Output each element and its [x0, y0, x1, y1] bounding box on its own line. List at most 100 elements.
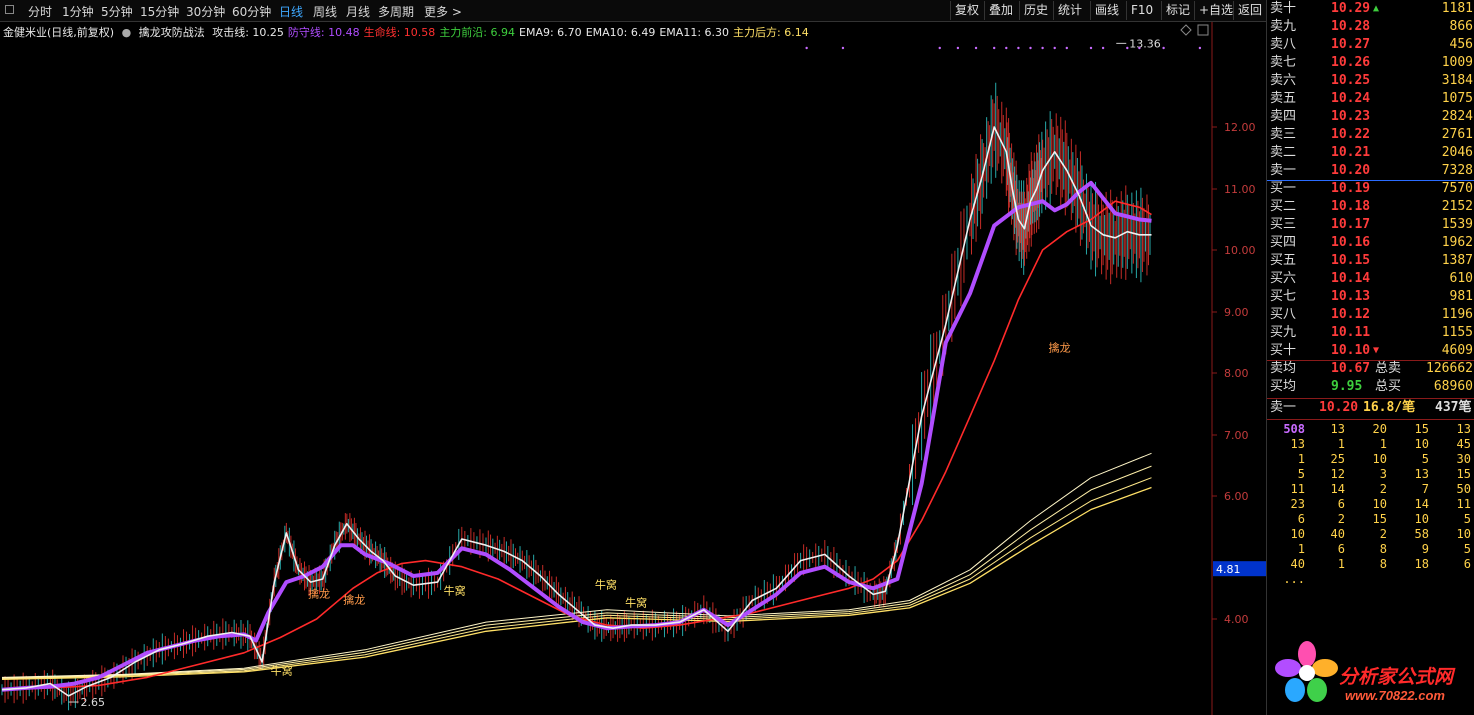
ask-3-row[interactable]: 卖七 10.26 1009	[1267, 54, 1474, 72]
toolbar-button-7[interactable]: +自选	[1194, 1, 1237, 20]
bid-2-label: 买三	[1270, 217, 1297, 232]
period-tab-9[interactable]: 多周期	[378, 3, 414, 20]
bid-4-label: 买五	[1270, 253, 1297, 268]
y-tick-label-7: 4.00	[1224, 613, 1249, 626]
tick-cell-8-0: 1	[1297, 542, 1305, 556]
bid-6-label: 买七	[1270, 289, 1297, 304]
tick-cell-8-2: 8	[1379, 542, 1387, 556]
tick-cell-1-0: 13	[1290, 437, 1305, 451]
tick-cell-7-1: 40	[1330, 527, 1345, 541]
bid-4-row[interactable]: 买五 10.15 1387	[1267, 252, 1474, 270]
signal-dot-12	[1089, 46, 1093, 50]
limit-up-arrow-icon: ▲	[1373, 3, 1380, 14]
sell1-detail-row: 卖一 10.20 16.8/笔 437笔	[1267, 399, 1474, 417]
ask-5-price: 10.24	[1331, 91, 1371, 106]
tick-cell-7-3: 58	[1414, 527, 1429, 541]
logo-text: 分析家公式网	[1339, 667, 1454, 688]
tick-cell-3-2: 3	[1379, 467, 1387, 481]
period-tab-6[interactable]: 日线	[279, 3, 303, 20]
ask_avg-total_label: 总卖	[1375, 361, 1402, 376]
period-tab-5[interactable]: 60分钟	[232, 3, 271, 20]
toolbar-button-8[interactable]: 返回	[1233, 1, 1266, 20]
toolbar-button-4[interactable]: 画线	[1090, 1, 1123, 20]
signal-dot-1	[841, 46, 845, 50]
ask-2-volume: 456	[1449, 37, 1473, 52]
period-tab-4[interactable]: 30分钟	[186, 3, 225, 20]
ask_avg-label: 卖均	[1270, 361, 1297, 376]
kline-chart-area[interactable]: 12.00 11.00 10.00 9.00 8.00 7.00 6.00 4.00 4.81 1…	[0, 22, 1266, 715]
diamond-icon	[1180, 24, 1192, 36]
y-tick-label-4: 8.00	[1224, 367, 1249, 380]
bid-8-row[interactable]: 买九 10.11 1155	[1267, 324, 1474, 342]
bid-1-row[interactable]: 买二 10.18 2152	[1267, 198, 1474, 216]
signal-dot-11	[1065, 46, 1069, 50]
bid-8-label: 买九	[1270, 325, 1297, 340]
ask-8-row[interactable]: 卖二 10.21 2046	[1267, 144, 1474, 162]
current-price-label: 4.81	[1216, 563, 1241, 576]
tick-cell-5-1: 6	[1337, 497, 1345, 511]
tick-divider	[1267, 419, 1474, 420]
ask-2-row[interactable]: 卖八 10.27 456	[1267, 36, 1474, 54]
period-tab-7[interactable]: 周线	[313, 3, 337, 20]
tick-cell-1-4: 45	[1456, 437, 1471, 451]
bid-5-row[interactable]: 买六 10.14 610	[1267, 270, 1474, 288]
tick-cell-6-1: 2	[1337, 512, 1345, 526]
tick-cell-4-1: 14	[1330, 482, 1345, 496]
annotation-6: 牛窝	[625, 596, 647, 610]
period-tab-0[interactable]: 分时	[28, 3, 52, 20]
ask-1-row[interactable]: 卖九 10.28 866	[1267, 18, 1474, 36]
signal-dot-8	[1029, 46, 1032, 50]
bid-0-row[interactable]: 买一 10.19 7570	[1267, 180, 1474, 198]
toolbar-button-0[interactable]: 复权	[950, 1, 983, 20]
tick-cell-10-0: ...	[1283, 572, 1305, 586]
ask-5-row[interactable]: 卖五 10.24 1075	[1267, 90, 1474, 108]
bid-7-row[interactable]: 买八 10.12 1196	[1267, 306, 1474, 324]
tick-cell-1-1: 1	[1337, 437, 1345, 451]
ask-9-row[interactable]: 卖一 10.20 7328	[1267, 162, 1474, 180]
ask-6-row[interactable]: 卖四 10.23 2824	[1267, 108, 1474, 126]
tick-cell-3-0: 5	[1297, 467, 1305, 481]
toolbar-button-1[interactable]: 叠加	[984, 1, 1017, 20]
sell1-label: 卖一	[1270, 400, 1297, 415]
period-tab-3[interactable]: 15分钟	[140, 3, 179, 20]
ask_avg-row: 卖均 10.67 总卖 126662	[1267, 360, 1474, 378]
period-tab-10[interactable]: 更多 >	[424, 3, 462, 20]
bid-3-row[interactable]: 买四 10.16 1962	[1267, 234, 1474, 252]
tick-cell-7-4: 10	[1456, 527, 1471, 541]
annotation-1: 擒龙	[343, 593, 365, 607]
tick-cell-9-2: 8	[1379, 557, 1387, 571]
toolbar-button-3[interactable]: 统计	[1053, 1, 1086, 20]
ask-7-row[interactable]: 卖三 10.22 2761	[1267, 126, 1474, 144]
tick-cell-7-2: 2	[1379, 527, 1387, 541]
ask-0-label: 卖十	[1270, 1, 1297, 16]
toolbar-button-5[interactable]: F10	[1126, 1, 1157, 20]
bid-1-price: 10.18	[1331, 199, 1371, 214]
bid-5-label: 买六	[1270, 271, 1297, 286]
period-tab-2[interactable]: 5分钟	[101, 3, 133, 20]
toolbar-button-6[interactable]: 标记	[1161, 1, 1194, 20]
bid-2-row[interactable]: 买三 10.17 1539	[1267, 216, 1474, 234]
period-tab-8[interactable]: 月线	[346, 3, 370, 20]
kline-chart[interactable]: 12.00 11.00 10.00 9.00 8.00 7.00 6.00 4.00 4.81 1…	[0, 22, 1266, 715]
ask-0-row[interactable]: 卖十 10.29 1181 ▲	[1267, 0, 1474, 18]
tick-cell-3-3: 13	[1414, 467, 1429, 481]
toolbar-button-2[interactable]: 历史	[1019, 1, 1052, 20]
bid-6-row[interactable]: 买七 10.13 981	[1267, 288, 1474, 306]
bid-8-volume: 1155	[1441, 325, 1473, 340]
sell1-per: 16.8/笔	[1363, 400, 1416, 415]
bid-9-row[interactable]: 买十 10.10 4609 ▼	[1267, 342, 1474, 360]
ask-4-row[interactable]: 卖六 10.25 3184	[1267, 72, 1474, 90]
ask-4-price: 10.25	[1331, 73, 1371, 88]
signal-dot-0	[805, 46, 808, 50]
ask-9-price: 10.20	[1331, 163, 1371, 178]
quote-panel: 卖十 10.29 1181 ▲ 卖九 10.28 866 卖八 10.27 456 卖七 10.26 1…	[1266, 0, 1474, 715]
tick-cell-1-2: 1	[1379, 437, 1387, 451]
maximize-icon	[1197, 24, 1209, 36]
series-line-0	[1, 126, 1152, 697]
bid_avg-label: 买均	[1270, 379, 1297, 394]
window-menu-icon[interactable]	[5, 5, 14, 14]
bid-8-price: 10.11	[1331, 325, 1371, 340]
period-tab-1[interactable]: 1分钟	[62, 3, 94, 20]
tick-cell-4-3: 7	[1421, 482, 1429, 496]
bid_avg-price: 9.95	[1331, 379, 1363, 394]
